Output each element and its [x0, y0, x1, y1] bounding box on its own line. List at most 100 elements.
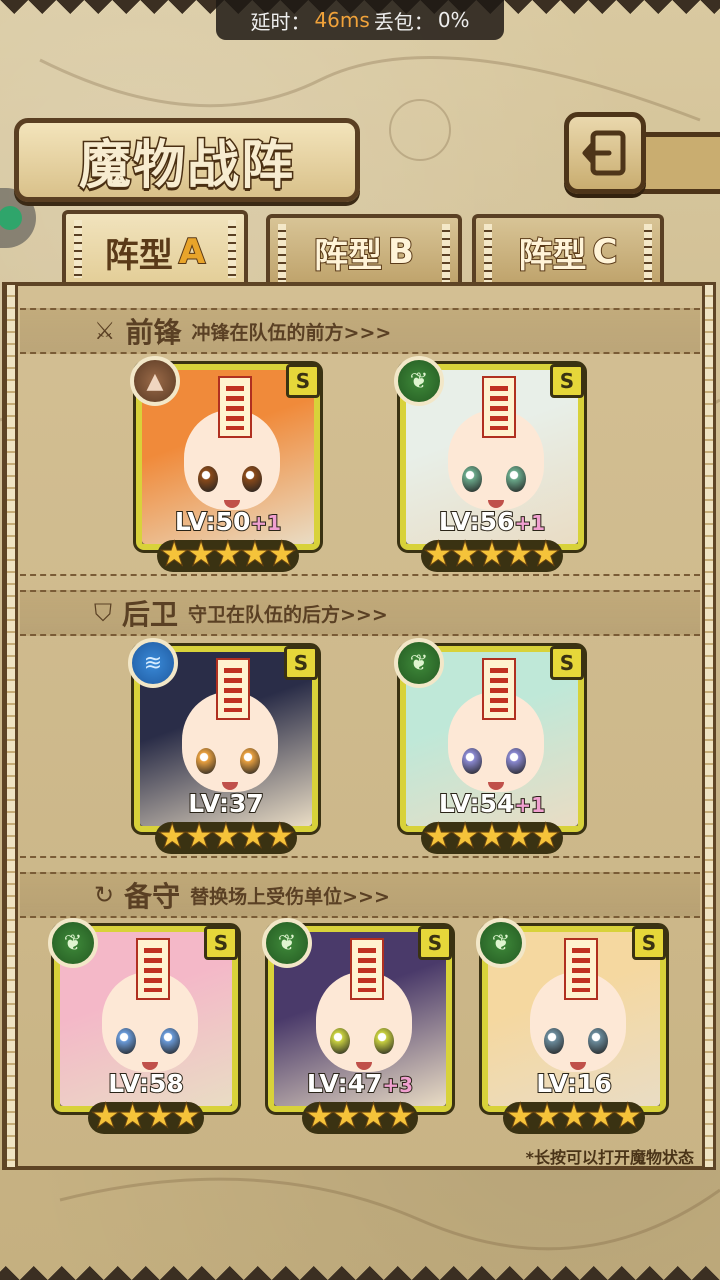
monster-eye — [462, 748, 482, 774]
talisman-icon — [216, 658, 250, 720]
level-label: LV:50+1 — [142, 506, 314, 537]
section-desc: 冲锋在队伍的前方>>> — [191, 321, 392, 344]
network-status: 延时： 46ms 丢包： 0% — [216, 0, 504, 40]
tab-label: 阵型 — [518, 235, 588, 277]
level-label: LV:47+3 — [274, 1068, 446, 1099]
star-icon: ★ — [531, 819, 560, 854]
bottom-border — [0, 1252, 720, 1280]
shield-icon: ⛉ — [94, 599, 112, 627]
panel-rail-left — [4, 282, 18, 1170]
section-header-rear: ⛉ 后卫 守卫在队伍的后方>>> — [20, 590, 700, 636]
star-rating: ★ ★ ★ ★ ★ — [406, 537, 578, 572]
star-icon: ★ — [478, 537, 507, 572]
leaf-element-icon: ❦ — [262, 918, 312, 968]
star-rating: ★ ★ ★ ★ ★ — [140, 819, 312, 854]
star-icon: ★ — [386, 1099, 415, 1134]
star-icon: ★ — [359, 1099, 388, 1134]
monster-card[interactable]: LV:54+1 S ❦ ★ ★ ★ ★ ★ — [394, 638, 587, 854]
star-icon: ★ — [240, 537, 269, 572]
section-desc: 守卫在队伍的后方>>> — [188, 603, 388, 626]
level-label: LV:37 — [140, 788, 312, 819]
level-bonus: +1 — [513, 792, 546, 818]
grade-badge: S — [286, 364, 320, 398]
back-arrow-icon — [582, 130, 626, 176]
monster-eye — [506, 748, 526, 774]
tab-letter: A — [178, 231, 206, 273]
level-label: LV:58 — [60, 1068, 232, 1099]
talisman-icon — [482, 658, 516, 720]
latency-value: 46ms — [314, 8, 370, 32]
star-icon: ★ — [506, 1099, 535, 1134]
level-value: LV:16 — [535, 1068, 613, 1099]
back-button-tail — [640, 132, 720, 194]
star-icon: ★ — [238, 819, 267, 854]
monster-eye — [374, 1028, 394, 1054]
monster-card[interactable]: LV:56+1 S ❦ ★ ★ ★ ★ ★ — [394, 356, 587, 572]
leaf-element-icon: ❦ — [394, 638, 444, 688]
grade-badge: S — [550, 364, 584, 398]
section-header-front: ⚔ 前锋 冲锋在队伍的前方>>> — [20, 308, 700, 354]
monster-eye — [198, 466, 218, 492]
star-icon: ★ — [332, 1099, 361, 1134]
star-rating: ★ ★ ★ ★ ★ — [406, 819, 578, 854]
level-label: LV:16 — [488, 1068, 660, 1099]
tab-label: 阵型 — [313, 235, 383, 277]
monster-card[interactable]: LV:58 S ❦ ★ ★ ★ ★ — [48, 918, 241, 1134]
tab-label: 阵型 — [104, 235, 173, 276]
section-title: 前锋 — [125, 316, 182, 349]
star-icon: ★ — [118, 1099, 147, 1134]
level-label: LV:56+1 — [406, 506, 578, 537]
level-value: LV:37 — [187, 788, 265, 819]
star-icon: ★ — [451, 537, 480, 572]
star-rating: ★ ★ ★ ★ ★ — [488, 1099, 660, 1134]
star-rating: ★ ★ ★ ★ — [60, 1099, 232, 1134]
tab-formation-a[interactable]: 阵型 A — [62, 210, 248, 290]
star-icon: ★ — [265, 819, 294, 854]
level-value: LV:56 — [438, 506, 516, 537]
loss-label: 丢包： — [373, 9, 434, 34]
monster-card[interactable]: LV:50+1 S ▲ ★ ★ ★ ★ ★ — [130, 356, 323, 572]
level-value: LV:54 — [438, 788, 516, 819]
star-icon: ★ — [424, 537, 453, 572]
title-plate: 魔物战阵 — [14, 118, 360, 202]
leaf-element-icon: ❦ — [476, 918, 526, 968]
tab-letter: B — [387, 231, 415, 273]
star-rating: ★ ★ ★ ★ ★ — [142, 537, 314, 572]
tab-formation-c[interactable]: 阵型 C — [472, 214, 664, 286]
tab-formation-b[interactable]: 阵型 B — [266, 214, 462, 286]
star-icon: ★ — [158, 819, 187, 854]
monster-card[interactable]: LV:37 S ≋ ★ ★ ★ ★ ★ — [128, 638, 321, 854]
long-press-tip: *长按可以打开魔物状态 — [525, 1148, 694, 1167]
star-icon: ★ — [172, 1099, 201, 1134]
talisman-icon — [482, 376, 516, 438]
star-icon: ★ — [145, 1099, 174, 1134]
sword-icon: ⚔ — [94, 317, 116, 345]
star-icon: ★ — [267, 537, 296, 572]
back-button[interactable] — [564, 112, 646, 194]
refresh-icon: ↻ — [94, 881, 115, 909]
monster-eye — [116, 1028, 136, 1054]
monster-eye — [544, 1028, 564, 1054]
panel-rail-right — [702, 282, 716, 1170]
section-header-reserve: ↻ 备守 替换场上受伤单位>>> — [20, 872, 700, 918]
tab-letter: C — [592, 231, 619, 273]
grade-badge: S — [550, 646, 584, 680]
monster-eye — [506, 466, 526, 492]
monster-eye — [462, 466, 482, 492]
talisman-icon — [136, 938, 170, 1000]
star-icon: ★ — [451, 819, 480, 854]
talisman-icon — [218, 376, 252, 438]
page-title: 魔物战阵 — [77, 133, 295, 197]
monster-card[interactable]: LV:16 S ❦ ★ ★ ★ ★ ★ — [476, 918, 669, 1134]
monster-card[interactable]: LV:47+3 S ❦ ★ ★ ★ ★ — [262, 918, 455, 1134]
star-icon: ★ — [91, 1099, 120, 1134]
star-icon: ★ — [478, 819, 507, 854]
grade-badge: S — [418, 926, 452, 960]
leaf-element-icon: ❦ — [48, 918, 98, 968]
grade-badge: S — [204, 926, 238, 960]
section-desc: 替换场上受伤单位>>> — [190, 885, 390, 908]
rock-element-icon: ▲ — [130, 356, 180, 406]
star-icon: ★ — [533, 1099, 562, 1134]
star-rating: ★ ★ ★ ★ — [274, 1099, 446, 1134]
talisman-icon — [350, 938, 384, 1000]
